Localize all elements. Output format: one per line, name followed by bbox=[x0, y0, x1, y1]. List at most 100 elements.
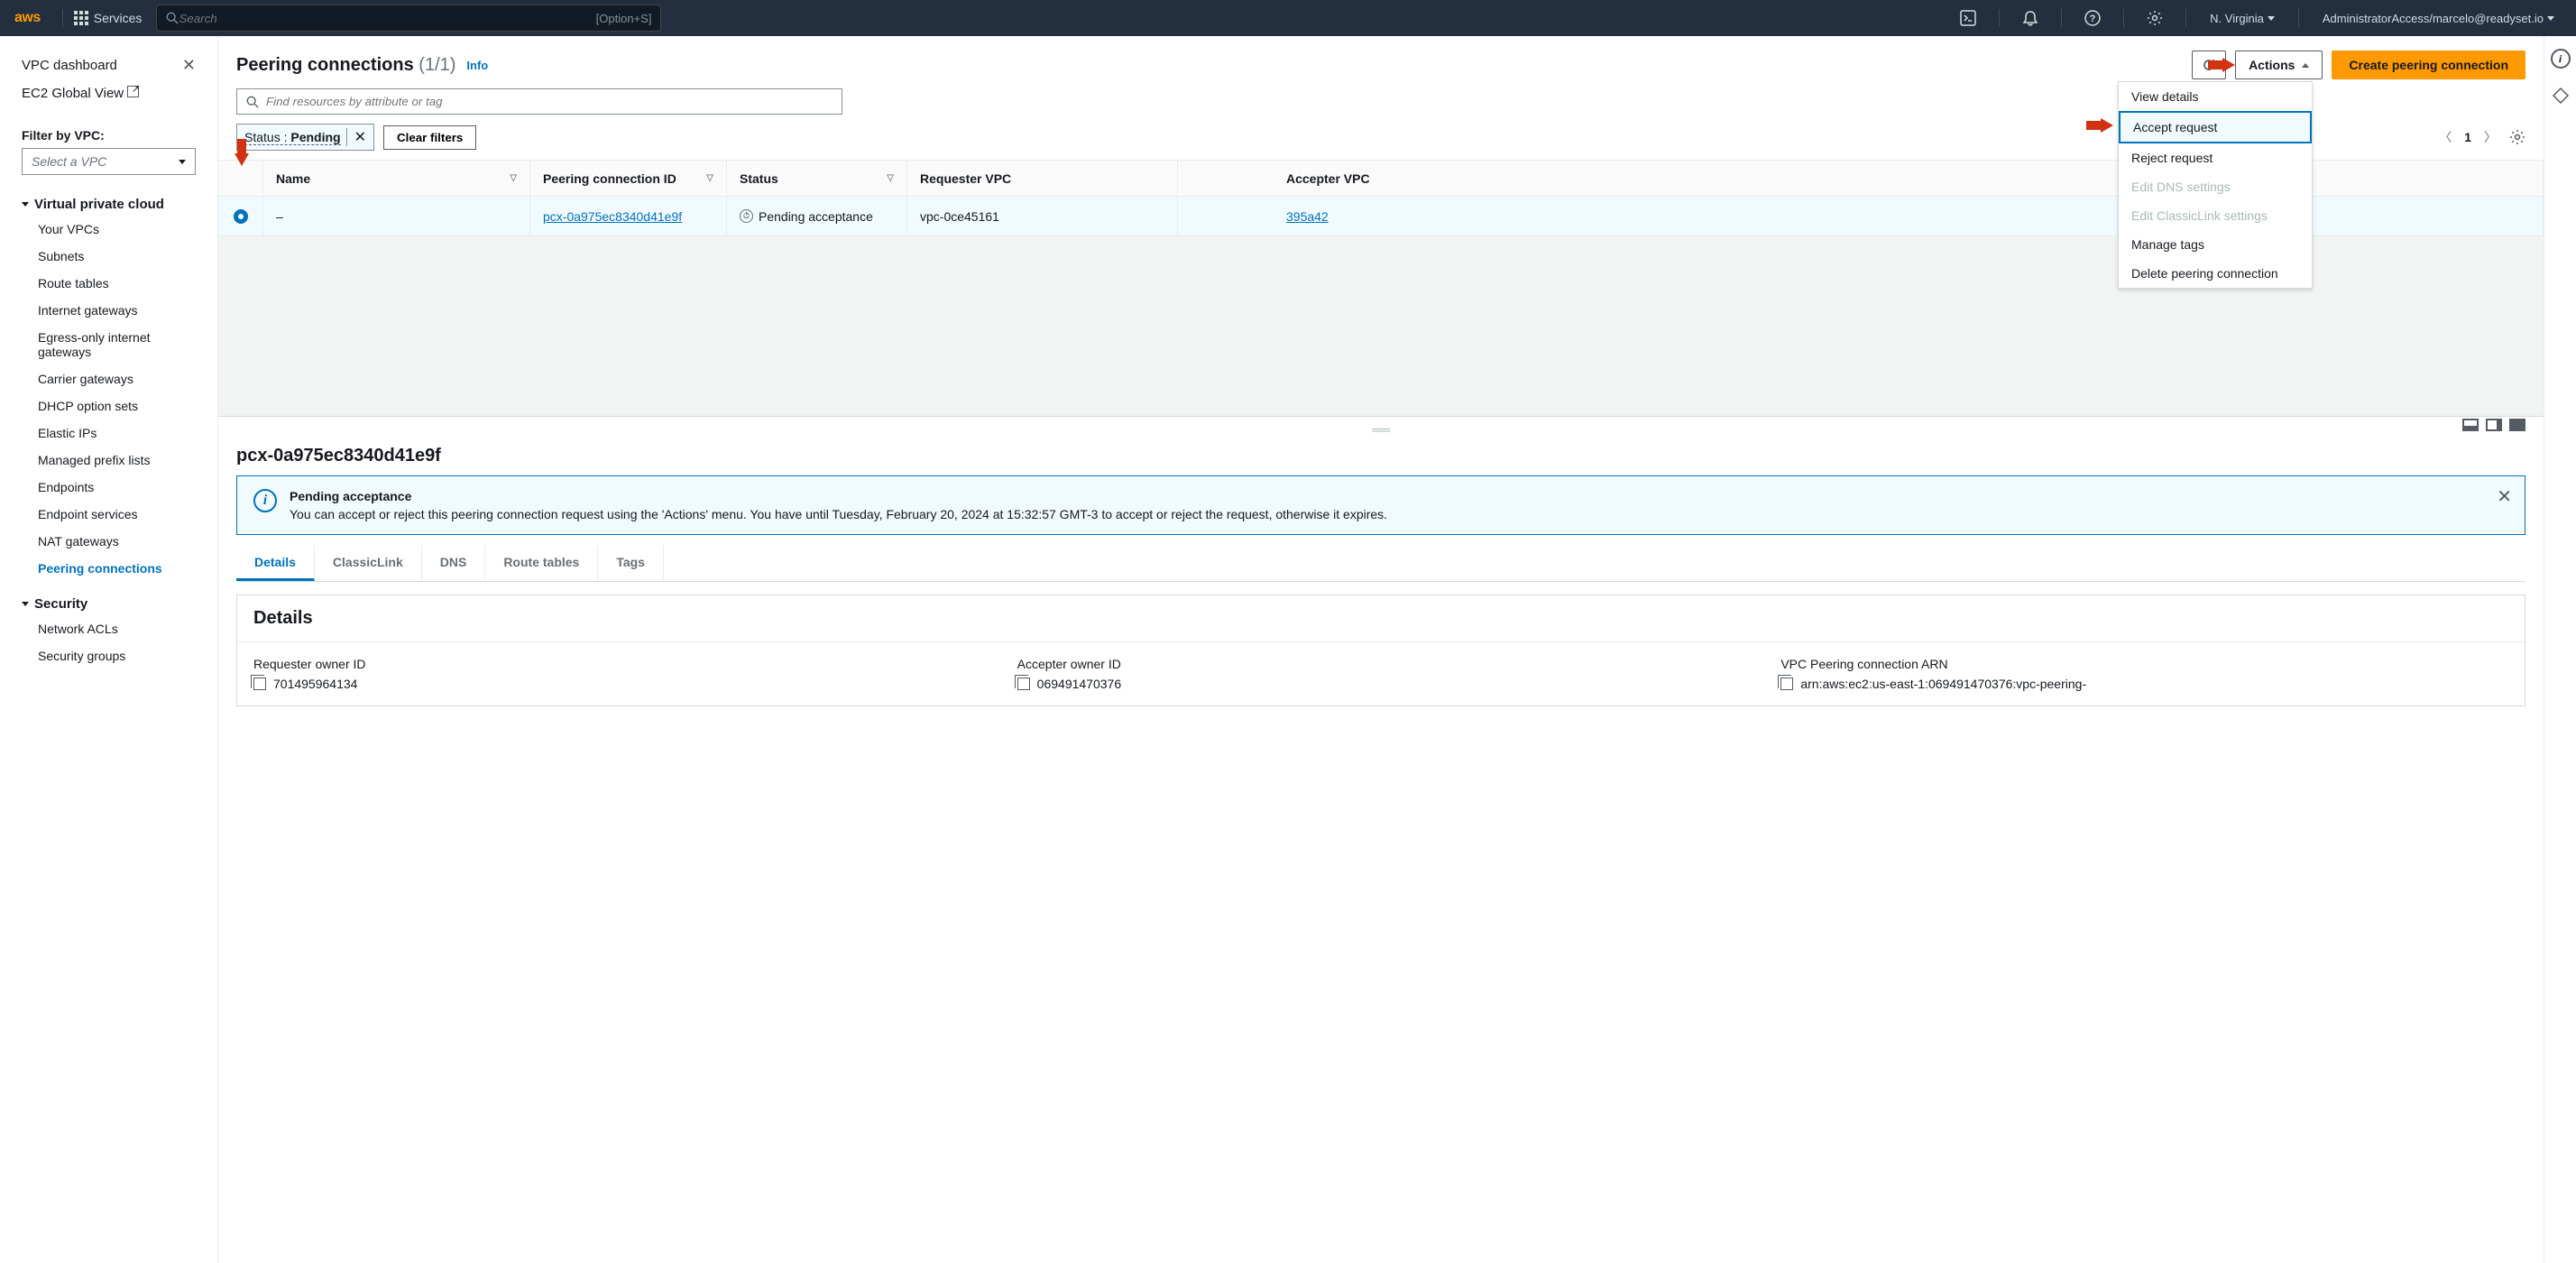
clear-filters-button[interactable]: Clear filters bbox=[383, 125, 476, 150]
page-title: Peering connections (1/1) bbox=[236, 55, 455, 76]
copy-icon[interactable] bbox=[1780, 678, 1793, 690]
accepter-vpc-link[interactable]: 395a42 bbox=[1286, 209, 1329, 224]
sidebar-item-dhcp[interactable]: DHCP option sets bbox=[38, 392, 196, 419]
peering-id-link[interactable]: pcx-0a975ec8340d41e9f bbox=[543, 209, 682, 224]
callout-arrow-icon bbox=[2208, 58, 2235, 72]
tab-details[interactable]: Details bbox=[236, 546, 315, 581]
cloudshell-icon[interactable] bbox=[1954, 4, 1983, 32]
layout-side-icon[interactable] bbox=[2486, 419, 2502, 431]
nav-section-security[interactable]: Security bbox=[22, 593, 196, 615]
filter-input[interactable] bbox=[266, 95, 833, 108]
row-radio[interactable] bbox=[234, 209, 248, 224]
detail-title: pcx-0a975ec8340d41e9f bbox=[218, 442, 2544, 475]
panel-resize-handle[interactable]: ══ bbox=[218, 417, 2544, 442]
tab-dns[interactable]: DNS bbox=[422, 546, 486, 581]
rail-info-icon[interactable]: i bbox=[2551, 49, 2571, 69]
sidebar-item-nat-gateways[interactable]: NAT gateways bbox=[38, 528, 196, 555]
actions-button[interactable]: Actions bbox=[2235, 51, 2323, 79]
acc-owner-value: 069491470376 bbox=[1037, 677, 1121, 691]
sort-icon[interactable]: ▽ bbox=[706, 173, 713, 183]
copy-icon[interactable] bbox=[253, 678, 266, 690]
tab-classiclink[interactable]: ClassicLink bbox=[315, 546, 422, 581]
sidebar-item-security-groups[interactable]: Security groups bbox=[38, 642, 196, 669]
tab-route-tables[interactable]: Route tables bbox=[485, 546, 598, 581]
nav-section-vpc[interactable]: Virtual private cloud bbox=[22, 193, 196, 216]
sort-icon[interactable]: ▽ bbox=[510, 173, 517, 183]
account-menu[interactable]: AdministratorAccess/marcelo@readyset.io bbox=[2315, 12, 2562, 25]
layout-bottom-icon[interactable] bbox=[2462, 419, 2479, 431]
menu-delete-peering[interactable]: Delete peering connection bbox=[2119, 259, 2312, 288]
pagination: 〈 1 〉 bbox=[2439, 128, 2525, 146]
sidebar-item-carrier-gateways[interactable]: Carrier gateways bbox=[38, 365, 196, 392]
create-peering-button[interactable]: Create peering connection bbox=[2332, 51, 2525, 79]
filter-chip-status[interactable]: Status : Pending ✕ bbox=[236, 124, 374, 151]
info-banner: i Pending acceptance You can accept or r… bbox=[236, 475, 2525, 535]
banner-close-icon[interactable]: ✕ bbox=[2497, 485, 2512, 508]
help-rail: i bbox=[2544, 36, 2576, 1263]
table-settings-icon[interactable] bbox=[2509, 129, 2525, 145]
arn-value: arn:aws:ec2:us-east-1:069491470376:vpc-p… bbox=[1800, 677, 2086, 691]
sidebar-item-prefix-lists[interactable]: Managed prefix lists bbox=[38, 447, 196, 474]
resource-filter[interactable] bbox=[236, 88, 842, 115]
rail-diagram-icon[interactable] bbox=[2552, 87, 2570, 105]
sidebar-item-network-acls[interactable]: Network ACLs bbox=[38, 615, 196, 642]
acc-owner-label: Accepter owner ID bbox=[1017, 657, 1745, 671]
next-page[interactable]: 〉 bbox=[2484, 128, 2497, 146]
notifications-icon[interactable] bbox=[2016, 4, 2045, 32]
cell-status: ⏱Pending acceptance bbox=[727, 197, 907, 235]
sidebar-item-egress-gateways[interactable]: Egress-only internet gateways bbox=[38, 324, 196, 365]
prev-page[interactable]: 〈 bbox=[2439, 128, 2452, 146]
settings-icon[interactable] bbox=[2140, 4, 2169, 32]
req-owner-label: Requester owner ID bbox=[253, 657, 981, 671]
svg-text:?: ? bbox=[2090, 14, 2096, 24]
layout-full-icon[interactable] bbox=[2509, 419, 2525, 431]
grid-icon bbox=[74, 11, 88, 25]
sidebar-item-endpoint-services[interactable]: Endpoint services bbox=[38, 501, 196, 528]
filter-vpc-label: Filter by VPC: bbox=[0, 117, 217, 148]
search-icon bbox=[166, 12, 179, 24]
menu-accept-request[interactable]: Accept request bbox=[2119, 111, 2312, 143]
sidebar-item-internet-gateways[interactable]: Internet gateways bbox=[38, 297, 196, 324]
menu-manage-tags[interactable]: Manage tags bbox=[2119, 230, 2312, 259]
sidebar-item-elastic-ips[interactable]: Elastic IPs bbox=[38, 419, 196, 447]
region-selector[interactable]: N. Virginia bbox=[2203, 12, 2282, 25]
ec2-global-link[interactable]: EC2 Global View bbox=[22, 86, 139, 101]
external-icon bbox=[127, 86, 139, 97]
callout-arrow-icon bbox=[235, 139, 249, 166]
copy-icon[interactable] bbox=[1017, 678, 1030, 690]
sidebar-item-route-tables[interactable]: Route tables bbox=[38, 270, 196, 297]
sidebar: VPC dashboard ✕ EC2 Global View Filter by… bbox=[0, 36, 218, 1263]
menu-edit-classiclink: Edit ClassicLink settings bbox=[2119, 201, 2312, 230]
banner-body: You can accept or reject this peering co… bbox=[290, 507, 1387, 521]
vpc-select[interactable]: Select a VPC bbox=[22, 148, 196, 175]
info-link[interactable]: Info bbox=[466, 59, 488, 72]
aws-logo[interactable]: aws bbox=[14, 10, 41, 26]
page-number: 1 bbox=[2464, 130, 2471, 144]
details-panel: Details Requester owner ID 701495964134 … bbox=[236, 595, 2525, 706]
sidebar-item-subnets[interactable]: Subnets bbox=[38, 243, 196, 270]
search-input[interactable] bbox=[179, 12, 595, 25]
detail-tabs: Details ClassicLink DNS Route tables Tag… bbox=[236, 546, 2525, 582]
sort-icon[interactable]: ▽ bbox=[887, 173, 894, 183]
top-nav: aws Services [Option+S] ? N. Virginia Ad… bbox=[0, 0, 2576, 36]
menu-view-details[interactable]: View details bbox=[2119, 82, 2312, 111]
pending-icon: ⏱ bbox=[740, 209, 753, 223]
info-icon: i bbox=[253, 489, 277, 512]
sidebar-item-peering[interactable]: Peering connections bbox=[38, 555, 196, 582]
sidebar-item-endpoints[interactable]: Endpoints bbox=[38, 474, 196, 501]
cell-requester: vpc-0ce45161 bbox=[907, 197, 1178, 235]
vpc-dashboard-link[interactable]: VPC dashboard bbox=[22, 58, 117, 73]
tab-tags[interactable]: Tags bbox=[598, 546, 664, 581]
cell-name: – bbox=[263, 197, 530, 235]
chip-remove-icon[interactable]: ✕ bbox=[346, 128, 366, 146]
req-owner-value: 701495964134 bbox=[273, 677, 357, 691]
menu-reject-request[interactable]: Reject request bbox=[2119, 143, 2312, 172]
services-menu[interactable]: Services bbox=[74, 11, 143, 25]
global-search[interactable]: [Option+S] bbox=[156, 5, 661, 32]
callout-arrow-icon bbox=[2086, 118, 2113, 133]
close-sidebar-icon[interactable]: ✕ bbox=[182, 56, 196, 75]
help-icon[interactable]: ? bbox=[2078, 4, 2107, 32]
menu-edit-dns: Edit DNS settings bbox=[2119, 172, 2312, 201]
actions-dropdown: View details Accept request Reject reque… bbox=[2118, 81, 2313, 289]
sidebar-item-your-vpcs[interactable]: Your VPCs bbox=[38, 216, 196, 243]
